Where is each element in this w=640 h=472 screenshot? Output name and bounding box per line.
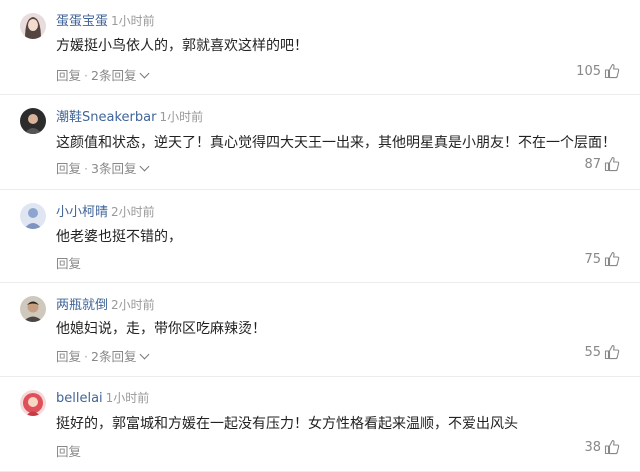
reply-button[interactable]: 回复	[56, 444, 81, 459]
reply-button[interactable]: 回复	[56, 256, 81, 271]
like-count: 38	[584, 439, 601, 455]
comment-meta: 蛋蛋宝蛋 1小时前	[56, 13, 155, 30]
username-link[interactable]: 小小柯晴	[56, 205, 108, 220]
comment-time: 1小时前	[111, 14, 155, 28]
comment-actions: 回复	[56, 441, 81, 460]
like-button[interactable]: 87	[584, 156, 620, 172]
chevron-down-icon	[140, 349, 150, 360]
avatar-woman-icon[interactable]	[20, 13, 46, 39]
comment-item: 两瓶就倒 2小时前 他媳妇说，走，带你区吃麻辣烫！ 回复 · 2条回复 55	[0, 282, 640, 377]
view-replies-button[interactable]: 2条回复	[91, 349, 150, 364]
like-button[interactable]: 75	[584, 251, 620, 267]
like-button[interactable]: 55	[584, 344, 620, 360]
comment-actions: 回复 · 3条回复	[56, 158, 150, 177]
separator: ·	[84, 161, 88, 176]
comment-text: 挺好的，郭富城和方媛在一起没有压力！女方性格看起来温顺，不爱出风头	[56, 416, 518, 432]
reply-button[interactable]: 回复	[56, 161, 81, 176]
thumbs-up-icon	[604, 439, 620, 455]
comment-meta: 两瓶就倒 2小时前	[56, 297, 155, 314]
like-button[interactable]: 105	[576, 63, 620, 79]
comment-text: 这颜值和状态，逆天了！真心觉得四大天王一出来，其他明星真是小朋友！不在一个层面！	[56, 135, 616, 151]
reply-button[interactable]: 回复	[56, 68, 81, 83]
avatar-dark-icon[interactable]	[20, 108, 46, 134]
thumbs-up-icon	[604, 63, 620, 79]
comment-actions: 回复 · 2条回复	[56, 346, 150, 365]
reply-button[interactable]: 回复	[56, 349, 81, 364]
like-count: 105	[576, 63, 601, 79]
like-button[interactable]: 38	[584, 439, 620, 455]
comment-time: 1小时前	[159, 110, 204, 124]
replies-count-label: 3条回复	[91, 161, 137, 176]
separator: ·	[84, 349, 88, 364]
avatar-man-icon[interactable]	[20, 296, 46, 322]
avatar-red-icon[interactable]	[20, 390, 46, 416]
username-link[interactable]: bellelai	[56, 391, 103, 406]
comment-time: 1小时前	[105, 391, 150, 405]
like-count: 75	[584, 251, 601, 267]
chevron-down-icon	[140, 68, 150, 79]
thumbs-up-icon	[604, 156, 620, 172]
like-count: 55	[584, 344, 601, 360]
avatar-blue-icon[interactable]	[20, 203, 46, 229]
replies-count-label: 2条回复	[91, 349, 137, 364]
comment-item: bellelai 1小时前 挺好的，郭富城和方媛在一起没有压力！女方性格看起来温顺…	[0, 376, 640, 472]
comment-text: 方媛挺小鸟依人的，郭就喜欢这样的吧！	[56, 38, 308, 54]
comment-actions: 回复	[56, 253, 81, 272]
comment-meta: bellelai 1小时前	[56, 390, 149, 407]
comment-time: 2小时前	[111, 298, 155, 312]
comment-item: 小小柯晴 2小时前 他老婆也挺不错的， 回复 75	[0, 189, 640, 283]
comment-meta: 小小柯晴 2小时前	[56, 204, 155, 221]
like-count: 87	[584, 156, 601, 172]
username-link[interactable]: 潮鞋Sneakerbar	[56, 110, 156, 125]
comment-meta: 潮鞋Sneakerbar 1小时前	[56, 109, 203, 126]
thumbs-up-icon	[604, 344, 620, 360]
replies-count-label: 2条回复	[91, 68, 137, 83]
view-replies-button[interactable]: 3条回复	[91, 161, 150, 176]
chevron-down-icon	[140, 161, 150, 172]
thumbs-up-icon	[604, 251, 620, 267]
comment-time: 2小时前	[111, 205, 155, 219]
comment-text: 他老婆也挺不错的，	[56, 229, 182, 245]
comment-actions: 回复 · 2条回复	[56, 65, 150, 84]
username-link[interactable]: 两瓶就倒	[56, 298, 108, 313]
separator: ·	[84, 68, 88, 83]
comment-item: 潮鞋Sneakerbar 1小时前 这颜值和状态，逆天了！真心觉得四大天王一出来，…	[0, 94, 640, 190]
comment-text: 他媳妇说，走，带你区吃麻辣烫！	[56, 321, 266, 337]
view-replies-button[interactable]: 2条回复	[91, 68, 150, 83]
comment-item: 蛋蛋宝蛋 1小时前 方媛挺小鸟依人的，郭就喜欢这样的吧！ 回复 · 2条回复 105	[0, 0, 640, 95]
username-link[interactable]: 蛋蛋宝蛋	[56, 14, 108, 29]
